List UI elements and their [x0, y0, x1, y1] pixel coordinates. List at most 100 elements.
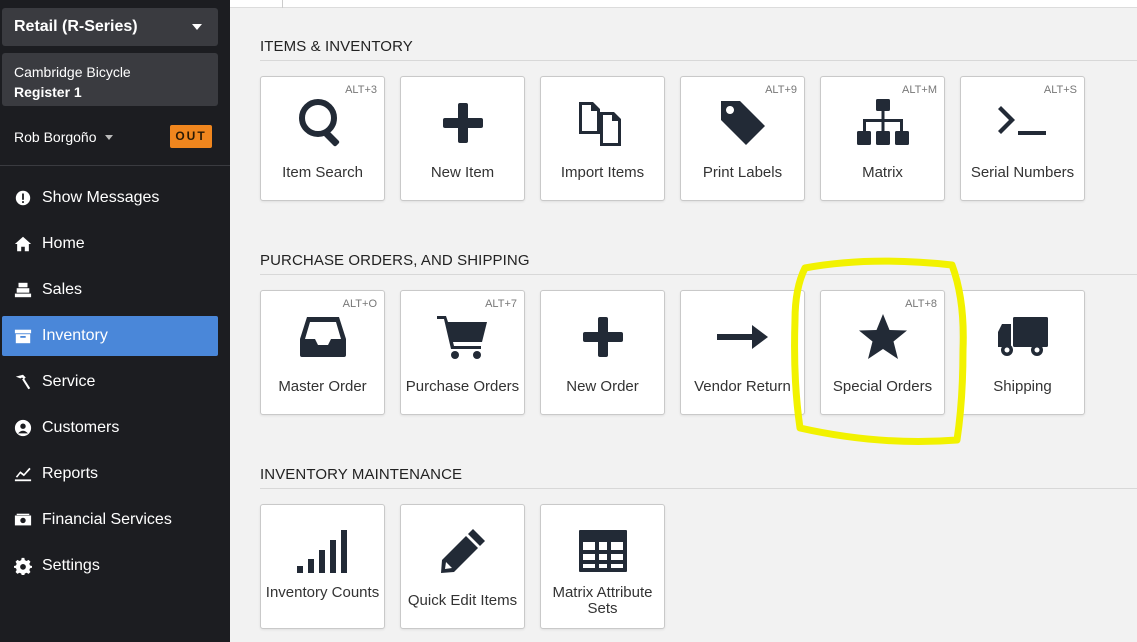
- top-bar: [230, 0, 1137, 8]
- hammer-icon: [14, 373, 32, 391]
- sidebar-item-label: Inventory: [42, 327, 108, 344]
- truck-icon: [961, 311, 1084, 363]
- home-icon: [14, 235, 32, 253]
- tile-vendor-return[interactable]: Vendor Return: [680, 290, 805, 415]
- tile-shipping[interactable]: Shipping: [960, 290, 1085, 415]
- tile-label: Master Order: [278, 378, 367, 395]
- gear-icon: [14, 557, 32, 575]
- sidebar-item-service[interactable]: Service: [2, 362, 218, 402]
- tile-inventory-counts[interactable]: Inventory Counts: [260, 504, 385, 629]
- info-icon: [14, 189, 32, 207]
- top-bar-separator: [282, 0, 283, 8]
- table-icon: [541, 525, 664, 577]
- search-icon: [261, 97, 384, 149]
- product-select-label: Retail (R-Series): [14, 18, 138, 35]
- tile-matrix[interactable]: ALT+M Matrix: [820, 76, 945, 201]
- tile-label: Print Labels: [702, 164, 783, 181]
- sidebar-item-label: Home: [42, 235, 85, 252]
- section-divider: [260, 60, 1137, 61]
- tile-label: Serial Numbers: [970, 164, 1075, 181]
- sidebar-item-label: Reports: [42, 465, 99, 482]
- section-title-inventory-maintenance: INVENTORY MAINTENANCE: [260, 466, 463, 483]
- sidebar-item-home[interactable]: Home: [2, 224, 218, 264]
- tile-label: Matrix: [862, 164, 903, 181]
- plus-icon: [541, 311, 664, 363]
- chart-icon: [14, 465, 32, 483]
- register-icon: [14, 281, 32, 299]
- pencil-icon: [401, 525, 524, 577]
- sidebar-item-show-messages[interactable]: Show Messages: [2, 178, 218, 218]
- tile-matrix-attribute-sets[interactable]: Matrix Attribute Sets: [540, 504, 665, 629]
- tile-quick-edit-items[interactable]: Quick Edit Items: [400, 504, 525, 629]
- tile-label: New Item: [430, 164, 495, 181]
- sidebar: Retail (R-Series) Cambridge Bicycle Regi…: [0, 0, 230, 642]
- arrow-right-icon: [681, 311, 804, 363]
- sidebar-item-label: Service: [42, 373, 96, 390]
- sidebar-item-label: Financial Services: [42, 511, 172, 528]
- tile-item-search[interactable]: ALT+3 Item Search: [260, 76, 385, 201]
- tile-purchase-orders[interactable]: ALT+7 Purchase Orders: [400, 290, 525, 415]
- tile-label: Shipping: [993, 378, 1052, 395]
- sidebar-item-inventory[interactable]: Inventory: [2, 316, 218, 356]
- section-divider: [260, 488, 1137, 489]
- star-icon: [821, 311, 944, 363]
- tile-label: Matrix Attribute Sets: [552, 584, 653, 617]
- terminal-icon: [961, 97, 1084, 149]
- shortcut-label: ALT+7: [485, 298, 517, 310]
- main-content: ITEMS & INVENTORY ALT+3 Item Search New …: [230, 0, 1137, 642]
- tile-new-order[interactable]: New Order: [540, 290, 665, 415]
- sidebar-item-label: Customers: [42, 419, 120, 436]
- tile-label: Inventory Counts: [265, 584, 380, 601]
- tile-label: Special Orders: [832, 378, 933, 395]
- tag-icon: [681, 97, 804, 149]
- sidebar-item-customers[interactable]: Customers: [2, 408, 218, 448]
- user-name: Rob Borgoño: [14, 129, 97, 145]
- tile-new-item[interactable]: New Item: [400, 76, 525, 201]
- shortcut-label: ALT+3: [345, 84, 377, 96]
- tile-label: Purchase Orders: [405, 378, 520, 395]
- sidebar-divider: [0, 165, 230, 166]
- shortcut-label: ALT+S: [1043, 84, 1077, 96]
- tile-label: Item Search: [282, 164, 363, 181]
- register-name: Register 1: [14, 84, 82, 100]
- sidebar-nav: Show Messages Home Sales Inventory Servi…: [2, 178, 218, 592]
- sidebar-item-label: Sales: [42, 281, 83, 298]
- cart-icon: [401, 311, 524, 363]
- tile-label: Vendor Return: [694, 378, 791, 395]
- signal-bars-icon: [261, 525, 384, 577]
- tile-label: New Order: [566, 378, 639, 395]
- money-icon: [14, 511, 32, 529]
- sidebar-item-label: Settings: [42, 557, 100, 574]
- shortcut-label: ALT+M: [902, 84, 937, 96]
- sitemap-icon: [821, 97, 944, 149]
- shortcut-label: ALT+9: [765, 84, 797, 96]
- inventory-icon: [14, 327, 32, 345]
- caret-down-icon: [104, 134, 113, 140]
- shortcut-label: ALT+8: [905, 298, 937, 310]
- section-title-items-inventory: ITEMS & INVENTORY: [260, 38, 413, 55]
- section-title-purchase-orders: PURCHASE ORDERS, AND SHIPPING: [260, 252, 530, 269]
- section-divider: [260, 274, 1137, 275]
- sidebar-item-settings[interactable]: Settings: [2, 546, 218, 586]
- tile-label: Import Items: [560, 164, 645, 181]
- sidebar-item-label: Show Messages: [42, 189, 160, 206]
- plus-icon: [401, 97, 524, 149]
- status-badge[interactable]: OUT: [170, 125, 212, 148]
- tile-print-labels[interactable]: ALT+9 Print Labels: [680, 76, 805, 201]
- files-icon: [541, 97, 664, 149]
- shortcut-label: ALT+O: [342, 298, 377, 310]
- sidebar-item-financial-services[interactable]: Financial Services: [2, 500, 218, 540]
- sidebar-item-reports[interactable]: Reports: [2, 454, 218, 494]
- store-name: Cambridge Bicycle: [14, 64, 131, 80]
- inbox-icon: [261, 311, 384, 363]
- tile-label: Quick Edit Items: [407, 592, 518, 609]
- sidebar-item-sales[interactable]: Sales: [2, 270, 218, 310]
- store-register-box[interactable]: Cambridge Bicycle Register 1: [2, 53, 218, 106]
- caret-down-icon: [192, 24, 202, 30]
- tile-import-items[interactable]: Import Items: [540, 76, 665, 201]
- user-icon: [14, 419, 32, 437]
- tile-special-orders[interactable]: ALT+8 Special Orders: [820, 290, 945, 415]
- product-select[interactable]: Retail (R-Series): [2, 8, 218, 46]
- tile-serial-numbers[interactable]: ALT+S Serial Numbers: [960, 76, 1085, 201]
- tile-master-order[interactable]: ALT+O Master Order: [260, 290, 385, 415]
